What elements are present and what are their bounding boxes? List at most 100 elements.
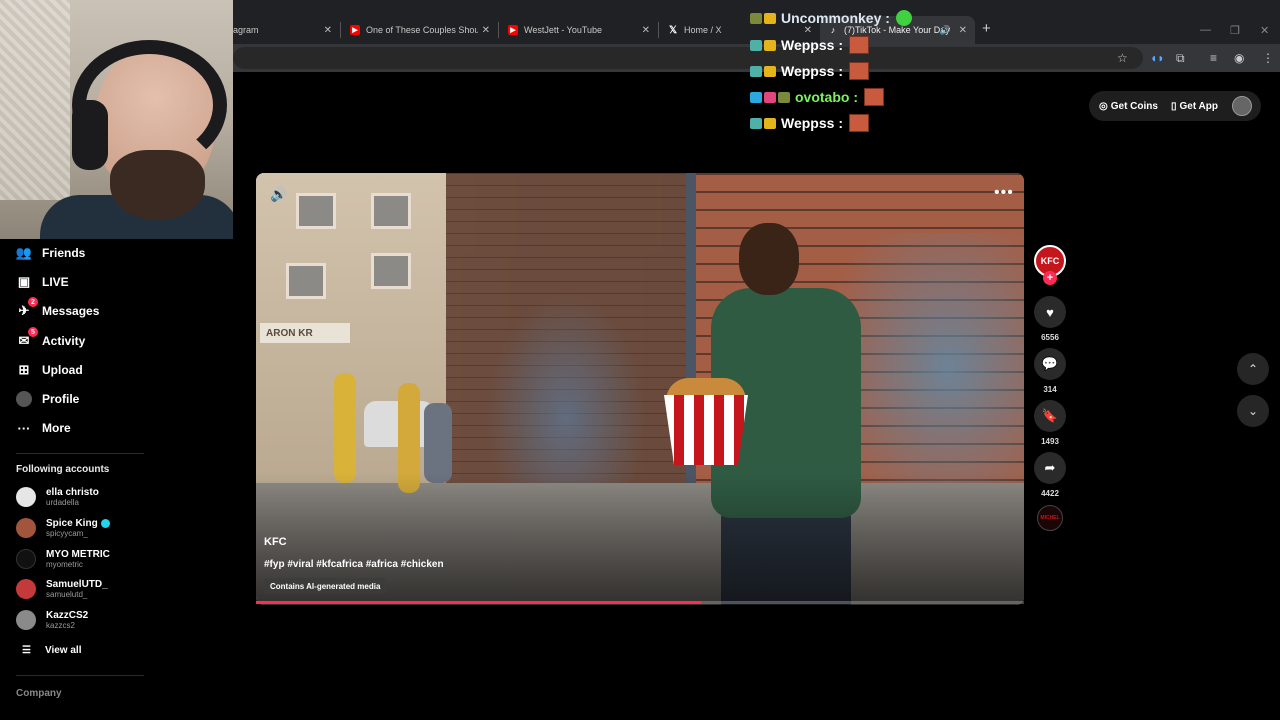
sidebar-item-more[interactable]: ··· More [16,419,71,437]
sidebar-item-activity[interactable]: ✉ 5 Activity [16,327,86,350]
video-hashtags[interactable]: #fyp #viral #kfcafrica #africa #chicken [264,559,444,570]
video-author[interactable]: KFC [264,536,287,548]
background-person [424,403,452,483]
company-link[interactable]: Company [16,688,62,699]
next-video-button[interactable]: ⌄ [1237,395,1269,427]
close-tab-icon[interactable]: ✕ [804,25,812,36]
chat-message: ovotabo : [750,88,884,106]
friends-icon: 👥 [15,245,33,260]
list-icon: ☰ [22,645,31,656]
sidebar-item-friends[interactable]: 👥 Friends [16,244,85,262]
video-progress-bar[interactable] [256,601,1024,604]
extension-audio-icon[interactable]: ◖◗ [1150,51,1165,65]
following-account[interactable]: MYO METRIC myometric [16,549,110,569]
tab-youtube-couples[interactable]: ▶ One of These Couples Shouldn't ✕ [342,16,498,44]
tab-title: WestJett - YouTube [524,25,603,35]
verified-icon [100,519,110,528]
media-control-icon[interactable]: ≡ [1210,51,1217,65]
following-account[interactable]: Spice King spicyycam_ [16,518,110,538]
sidebar-item-label: More [42,421,71,435]
comment-count: 314 [1043,385,1057,394]
bookmark-star-icon[interactable]: ☆ [1117,51,1128,65]
youtube-icon: ▶ [350,25,360,35]
sidebar-item-upload[interactable]: ⊞ Upload [16,361,83,379]
extensions-icon[interactable]: ⧉ [1176,51,1185,66]
music-disc-icon[interactable]: MICHEL [1037,505,1063,531]
sidebar-item-label: Profile [42,392,80,406]
account-username: kazzcs2 [46,621,75,630]
tab-youtube-westjett[interactable]: ▶ WestJett - YouTube ✕ [500,16,658,44]
following-account[interactable]: ella christo urdadella [16,487,99,507]
new-tab-button[interactable]: + [982,20,991,37]
sidebar-item-label: Activity [42,334,86,348]
kfc-bucket [664,395,748,465]
chat-badge-icon [750,65,762,77]
ai-generated-label: Contains AI-generated media [264,578,387,594]
avatar [16,487,36,507]
user-avatar[interactable] [1232,96,1252,116]
speaker-icon[interactable]: 🔊 [940,25,951,36]
profile-avatar-icon[interactable]: ◉ [1234,51,1244,65]
shop-sign: ARON KR [260,323,350,343]
headset-earcup [72,100,108,170]
sidebar-divider [16,675,144,676]
get-app-button[interactable]: ▯ Get App [1171,101,1221,112]
view-all-button[interactable]: ☰ View all [22,645,81,656]
tab-instagram[interactable]: agram ✕ [225,16,340,44]
account-name: ella christo [46,487,99,498]
sidebar-item-label: Messages [42,304,100,318]
share-button[interactable]: ➦ [1034,452,1066,484]
account-name: KazzCS2 [46,610,89,621]
following-account[interactable]: SamuelUTD_ samuelutd_ [16,579,108,599]
account-name: SamuelUTD_ [46,579,108,590]
minimize-icon[interactable]: — [1200,24,1211,36]
following-accounts-title: Following accounts [16,464,110,475]
close-tab-icon[interactable]: ✕ [959,25,967,36]
maximize-icon[interactable]: ❐ [1230,24,1240,37]
sidebar-item-messages[interactable]: ✈ 2 Messages [16,297,100,320]
sidebar-item-label: Friends [42,246,86,260]
chat-emote-icon [864,88,884,106]
view-all-label: View all [44,645,82,656]
heart-icon: ♥ [1046,304,1054,320]
volume-icon[interactable]: 🔊 [270,186,287,203]
account-name: Spice King [46,518,98,529]
browser-menu-icon[interactable]: ⋮ [1262,51,1274,65]
crown-badge-icon [764,39,776,51]
chat-message: Uncommonkey : [750,10,912,26]
more-options-icon[interactable]: ••• [994,184,1014,202]
account-username: myometric [46,560,83,569]
close-window-icon[interactable]: ✕ [1260,24,1269,37]
close-tab-icon[interactable]: ✕ [642,25,650,36]
sidebar-item-live[interactable]: ▣ LIVE [16,273,69,291]
sidebar-item-label: Upload [42,363,83,377]
chat-badge-icon [750,91,762,103]
previous-video-button[interactable]: ⌃ [1237,353,1269,385]
notification-badge: 5 [28,327,38,337]
close-tab-icon[interactable]: ✕ [482,25,490,36]
get-coins-button[interactable]: ◎ Get Coins [1099,101,1161,112]
x-icon: 𝕏 [668,24,678,36]
close-tab-icon[interactable]: ✕ [324,25,332,36]
bookmark-button[interactable]: 🔖 [1034,400,1066,432]
comment-button[interactable]: 💬 [1034,348,1066,380]
following-account[interactable]: KazzCS2 kazzcs2 [16,610,88,630]
like-button[interactable]: ♥ [1034,296,1066,328]
address-bar[interactable] [233,47,1143,69]
sidebar-item-profile[interactable]: Profile [16,390,79,408]
sidebar-item-label: LIVE [42,275,69,289]
chat-message: Weppss : [750,36,869,54]
share-icon: ➦ [1044,460,1056,475]
coin-icon: ◎ [1099,100,1108,112]
comment-icon: 💬 [1041,356,1059,371]
chat-username: Uncommonkey : [781,10,890,26]
chat-message: Weppss : [750,62,869,80]
avatar [16,518,36,538]
tab-title: Home / X [684,25,722,35]
like-count: 6556 [1041,333,1059,342]
more-icon: ··· [17,420,31,436]
video-player[interactable]: ARON KR [256,173,1024,605]
crown-badge-icon [764,12,776,24]
follow-plus-icon[interactable]: + [1043,271,1057,285]
building-window [371,193,411,229]
